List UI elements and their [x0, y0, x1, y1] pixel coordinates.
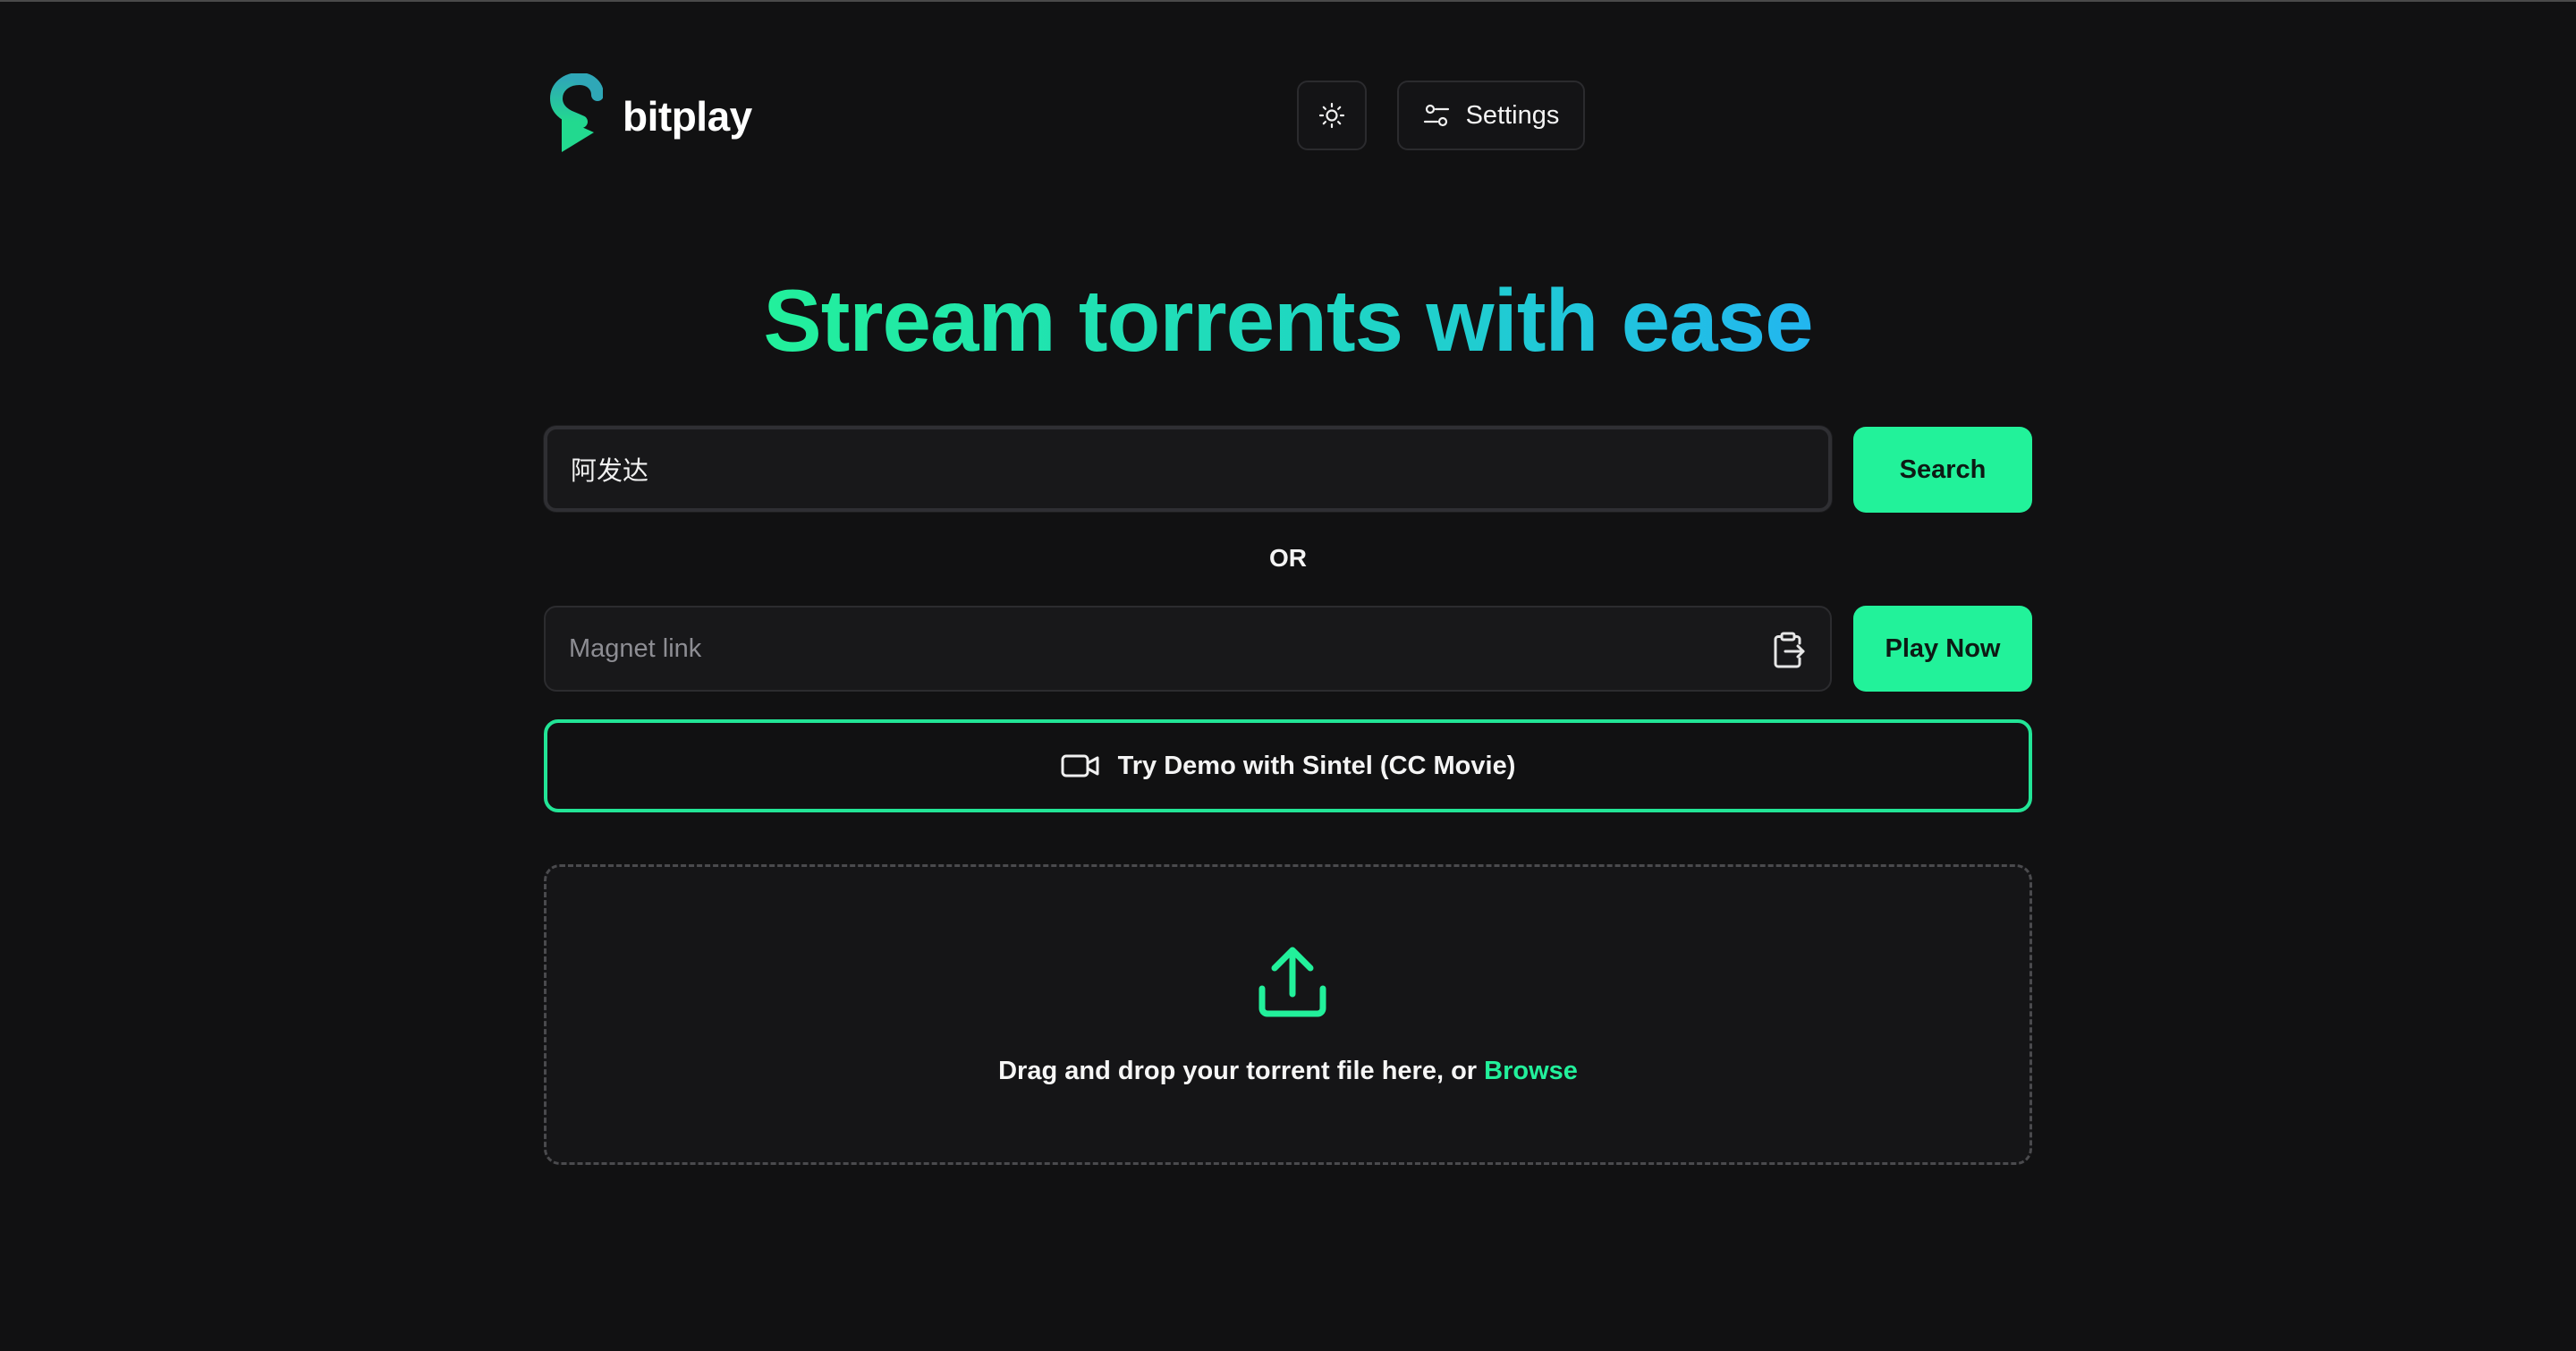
- search-row: 阿发达 Search: [544, 426, 2032, 514]
- browse-link[interactable]: Browse: [1484, 1057, 1578, 1085]
- settings-label: Settings: [1465, 100, 1560, 130]
- video-camera-icon: [1061, 754, 1099, 777]
- bitplay-logo-icon: [549, 73, 603, 152]
- app-logo[interactable]: bitplay: [544, 72, 752, 161]
- torrent-dropzone[interactable]: Drag and drop your torrent file here, or…: [544, 864, 2032, 1165]
- try-demo-label: Try Demo with Sintel (CC Movie): [1117, 751, 1516, 780]
- sliders-icon: [1423, 104, 1449, 127]
- clipboard-paste-icon[interactable]: [1771, 631, 1807, 670]
- header: bitplay Settings: [544, 72, 2032, 161]
- magnet-link-input[interactable]: Magnet link: [544, 606, 1832, 692]
- hero-title-text: Stream torrents with ease: [763, 271, 1813, 370]
- upload-icon: [1258, 947, 1326, 1017]
- hero-title: Stream torrents with ease: [544, 267, 2032, 374]
- search-input-value: 阿发达: [571, 457, 649, 486]
- settings-button[interactable]: Settings: [1397, 81, 1585, 150]
- magnet-link-placeholder: Magnet link: [569, 633, 702, 663]
- sun-icon: [1318, 102, 1345, 129]
- dropzone-instructions: Drag and drop your torrent file here, or: [998, 1057, 1485, 1085]
- dropzone-text: Drag and drop your torrent file here, or…: [547, 1057, 2029, 1086]
- try-demo-button[interactable]: Try Demo with Sintel (CC Movie): [544, 719, 2032, 812]
- search-input[interactable]: 阿发达: [544, 426, 1832, 512]
- search-button-label: Search: [1899, 455, 1987, 484]
- theme-toggle-button[interactable]: [1297, 81, 1367, 150]
- app-name: bitplay: [623, 93, 752, 140]
- or-divider: OR: [1269, 544, 1307, 572]
- play-now-label: Play Now: [1885, 633, 2001, 663]
- play-now-button[interactable]: Play Now: [1853, 606, 2032, 692]
- search-button[interactable]: Search: [1853, 427, 2032, 513]
- window-top-border: [0, 0, 2576, 2]
- magnet-row: Magnet link Play Now: [544, 606, 2032, 693]
